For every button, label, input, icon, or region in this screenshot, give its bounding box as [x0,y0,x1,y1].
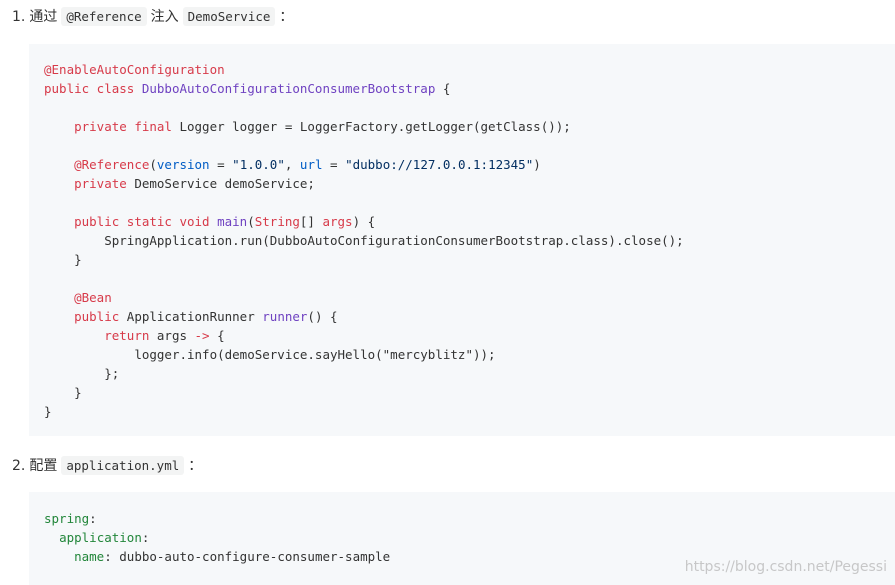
code-text: { [209,328,225,343]
step-text: 注入 [150,9,179,25]
method-name: runner [262,309,308,324]
inline-code-application-yml: application.yml [61,456,185,475]
yaml-code: spring: application: name: dubbo-auto-co… [29,509,895,566]
code-text: ) { [352,214,376,229]
code-text: } [44,404,52,419]
inline-code-reference: @Reference [61,7,147,26]
code-text: ApplicationRunner [119,309,263,324]
code-text: ) [533,157,541,172]
code-text: } [74,385,82,400]
code-text: ( [149,157,157,172]
attribute: url [299,157,323,172]
code-text: : [141,530,150,545]
annotation: @Bean [74,290,112,305]
code-text: logger.info(demoService.sayHello("mercyb… [134,347,496,362]
code-text: : [104,549,112,564]
code-text: } [74,252,82,267]
step-text: ： [188,458,203,474]
type: String [254,214,300,229]
keyword: public static void [74,214,210,229]
step-2-heading: 2. 配置 application.yml： [12,456,202,476]
inline-code-demoservice: DemoService [182,7,276,26]
step-text: 配置 [29,458,58,474]
keyword: public class [44,81,135,96]
method-name: main [217,214,248,229]
java-code-block[interactable]: @EnableAutoConfiguration public class Du… [29,44,895,436]
yaml-key: name [74,549,105,564]
keyword: public [74,309,120,324]
code-text: () { [307,309,338,324]
operator: -> [194,328,210,343]
yaml-key: spring [44,511,90,526]
yaml-key: application [59,530,142,545]
code-text: args [149,328,195,343]
keyword: private [74,176,127,191]
step-number: 1. [12,9,26,25]
step-1-heading: 1. 通过 @Reference 注入 DemoService： [12,7,293,27]
java-code: @EnableAutoConfiguration public class Du… [29,60,895,421]
step-text: 通过 [29,9,58,25]
code-text: [] [299,214,323,229]
code-text: , [284,157,300,172]
yaml-value: dubbo-auto-configure-consumer-sample [111,549,391,564]
code-text: = [209,157,233,172]
param: args [322,214,353,229]
code-text: : [89,511,97,526]
attribute: version [156,157,210,172]
code-text: ( [247,214,255,229]
code-text: DemoService demoService; [126,176,315,191]
keyword: private final [74,119,172,134]
keyword: return [104,328,150,343]
step-text: ： [279,9,294,25]
code-text: SpringApplication.run(DubboAutoConfigura… [104,233,684,248]
code-text: Logger logger = LoggerFactory.getLogger(… [171,119,571,134]
annotation: @Reference [74,157,150,172]
string: "dubbo://127.0.0.1:12345" [345,157,534,172]
code-text: = [322,157,346,172]
code-text: }; [104,366,120,381]
class-name: DubboAutoConfigurationConsumerBootstrap [141,81,436,96]
step-number: 2. [12,458,26,474]
string: "1.0.0" [232,157,285,172]
watermark: https://blog.csdn.net/Pegessi [684,559,887,575]
code-text: { [435,81,451,96]
annotation: @EnableAutoConfiguration [44,62,225,77]
